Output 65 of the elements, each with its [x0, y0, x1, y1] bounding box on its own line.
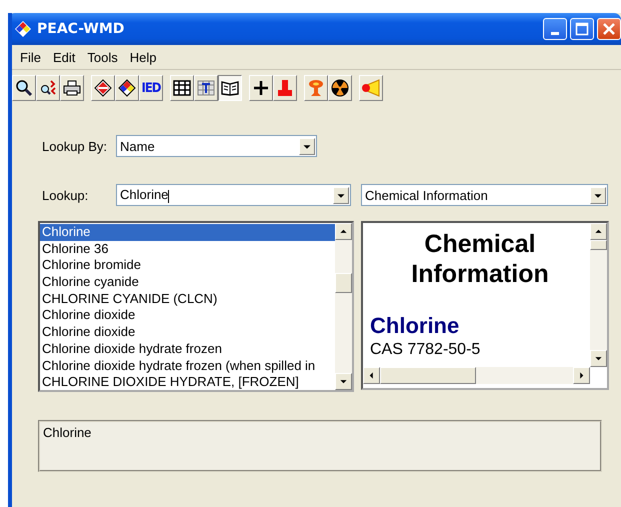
nfpa-diamond-icon [118, 79, 136, 97]
grid-icon [173, 80, 191, 96]
scroll-thumb[interactable] [380, 367, 476, 384]
list-item[interactable]: Chlorine dioxide hydrate frozen (when spilled in [40, 358, 335, 374]
diamond-icon [15, 21, 31, 37]
ied-button[interactable]: IED [139, 75, 163, 101]
menu-item[interactable]: Tools [81, 50, 124, 64]
radiation-button[interactable] [328, 75, 352, 101]
menu-item[interactable]: Edit [46, 50, 82, 64]
scroll-right-icon [573, 367, 590, 384]
minimize-icon [551, 32, 559, 34]
view-dropdown[interactable]: Chemical Information [361, 184, 608, 206]
scroll-thumb[interactable] [590, 240, 607, 250]
list-item[interactable]: Chlorine 36 [40, 240, 335, 258]
list-item[interactable]: CHLORINE DIOXIDE HYDRATE, [FROZEN] [40, 374, 335, 390]
find-replace-icon [39, 79, 57, 97]
hazard-diamond-button[interactable] [91, 75, 115, 101]
megaphone-button[interactable] [359, 75, 383, 101]
menu-item[interactable]: File [14, 50, 47, 64]
close-button[interactable] [597, 18, 621, 40]
plus-button[interactable] [249, 75, 273, 101]
search-button[interactable] [12, 75, 36, 101]
grid-button[interactable] [170, 75, 194, 101]
maximize-button[interactable] [570, 18, 594, 40]
lookup-label: Lookup: [42, 188, 90, 202]
nfpa-diamond-button[interactable] [115, 75, 139, 101]
printer-icon [63, 79, 81, 97]
printer-button[interactable] [60, 75, 84, 101]
scroll-thumb[interactable] [335, 273, 352, 293]
book-button[interactable] [218, 75, 242, 101]
text-grid-button[interactable] [194, 75, 218, 101]
lookup-by-dropdown[interactable]: Name [116, 135, 317, 157]
cloud-button[interactable] [304, 75, 328, 101]
lookup-by-label: Lookup By: [42, 138, 108, 154]
mushroom-cloud-icon [308, 79, 324, 97]
cas-number: CAS 7782-50-5 [370, 341, 482, 359]
info-heading: Chemical Information [410, 229, 550, 289]
status-text-box: Chlorine [38, 420, 602, 472]
close-icon [602, 22, 616, 36]
scrollbar[interactable] [335, 223, 352, 390]
window-title: PEAC-WMD [37, 21, 124, 37]
radiation-icon [331, 79, 349, 97]
list-item[interactable]: Chlorine cyanide [40, 274, 335, 291]
megaphone-icon [361, 79, 381, 97]
stamp-button[interactable] [273, 75, 297, 101]
list-item[interactable]: Chlorine dioxide hydrate frozen [40, 340, 335, 358]
hazard-diamond-icon [94, 79, 112, 97]
find-replace-button[interactable] [36, 75, 60, 101]
horizontal-scrollbar[interactable] [363, 367, 607, 384]
plus-icon [253, 80, 269, 96]
scrollbar[interactable] [590, 223, 607, 367]
stamp-icon [277, 79, 293, 97]
lookup-combo-box[interactable]: Chlorine [116, 184, 351, 206]
chemical-name: Chlorine [370, 313, 460, 339]
minimize-button[interactable] [543, 18, 567, 40]
text-grid-icon [197, 80, 215, 96]
list-item[interactable]: Chlorine dioxide [40, 324, 335, 341]
list-item[interactable]: Chlorine [40, 224, 335, 241]
list-item[interactable]: Chlorine bromide [40, 257, 335, 274]
search-icon [15, 79, 33, 97]
book-icon [221, 80, 239, 96]
list-item[interactable]: Chlorine dioxide [40, 307, 335, 324]
maximize-icon [575, 22, 589, 36]
list-item[interactable]: CHLORINE CYANIDE (CLCN) [40, 290, 335, 308]
menu-item[interactable]: Help [124, 50, 162, 64]
